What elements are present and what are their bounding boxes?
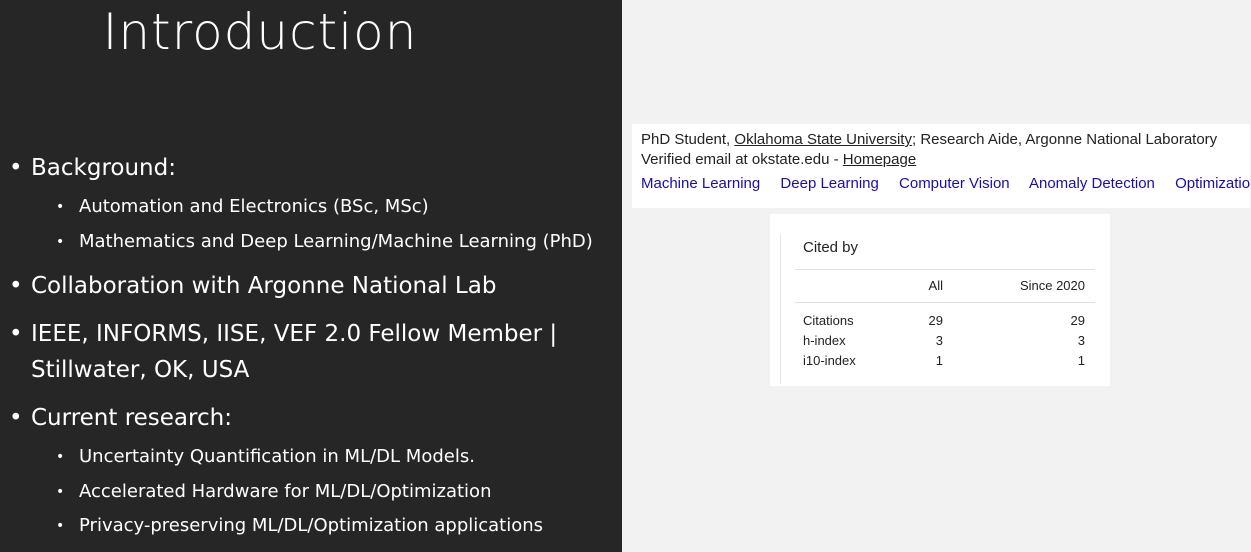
bullet-icon: • — [9, 155, 23, 181]
interest-link[interactable]: Computer Vision — [899, 175, 1010, 192]
bullet-icon: • — [9, 405, 23, 431]
profile-email: Verified email at okstate.edu - Homepage — [641, 151, 916, 168]
cell-citations-all: 29 — [928, 313, 943, 328]
sub-bullet-text: Automation and Electronics (BSc, MSc) — [79, 196, 429, 217]
interest-link[interactable]: Deep Learning — [780, 175, 878, 192]
cell-citations-since: 29 — [1070, 313, 1085, 328]
affiliation-suffix: ; Research Aide, Argonne National Labora… — [911, 131, 1218, 148]
divider — [780, 234, 781, 384]
profile-card: PhD Student, Oklahoma State University; … — [632, 124, 1251, 208]
interests-list: Machine Learning Deep Learning Computer … — [641, 175, 1251, 192]
sub-bullet-icon: • — [56, 199, 65, 215]
bullet-text-line2: Stillwater, OK, USA — [31, 357, 250, 383]
sub-bullet-icon: • — [56, 234, 65, 250]
bullet-text: IEEE, INFORMS, IISE, VEF 2.0 Fellow Memb… — [31, 321, 558, 347]
sub-bullet-icon: • — [56, 484, 65, 500]
bullet-text: Background: — [31, 155, 176, 181]
cell-i10-index-since: 1 — [1077, 353, 1085, 368]
scholar-screenshot-panel: PhD Student, Oklahoma State University; … — [622, 0, 1251, 552]
interest-link[interactable]: Optimization — [1175, 175, 1251, 192]
email-text: Verified email at okstate.edu - — [641, 151, 843, 168]
column-header-all: All — [928, 278, 943, 293]
slide-panel: Introduction • Background: • Automation … — [0, 0, 622, 552]
bullet-icon: • — [9, 321, 23, 347]
profile-affiliation: PhD Student, Oklahoma State University; … — [641, 131, 1217, 148]
bullet-text: Current research: — [31, 405, 232, 431]
sub-bullet-text: Accelerated Hardware for ML/DL/Optimizat… — [79, 481, 492, 502]
cell-i10-index-all: 1 — [935, 353, 943, 368]
slide-title: Introduction — [102, 3, 418, 61]
cited-by-card: Cited by All Since 2020 Citations 29 29 … — [770, 214, 1110, 386]
cell-h-index-all: 3 — [935, 333, 943, 348]
sub-bullet-text: Privacy-preserving ML/DL/Optimization ap… — [79, 515, 544, 536]
interest-link[interactable]: Machine Learning — [641, 175, 760, 192]
sub-bullet-icon: • — [56, 449, 65, 465]
cited-by-title: Cited by — [803, 239, 859, 256]
affiliation-prefix: PhD Student, — [641, 131, 735, 148]
row-label-h-index: h-index — [803, 333, 846, 348]
university-link[interactable]: Oklahoma State University — [734, 131, 912, 148]
divider — [795, 302, 1095, 303]
cell-h-index-since: 3 — [1077, 333, 1085, 348]
bullet-icon: • — [9, 273, 23, 299]
interest-link[interactable]: Anomaly Detection — [1029, 175, 1155, 192]
column-header-since: Since 2020 — [1019, 278, 1085, 293]
row-label-i10-index: i10-index — [803, 353, 856, 368]
row-label-citations: Citations — [803, 313, 854, 328]
sub-bullet-text: Uncertainty Quantification in ML/DL Mode… — [79, 446, 475, 467]
sub-bullet-text: Mathematics and Deep Learning/Machine Le… — [79, 231, 593, 252]
bullet-text: Collaboration with Argonne National Lab — [31, 273, 497, 299]
homepage-link[interactable]: Homepage — [843, 151, 916, 168]
divider — [795, 269, 1095, 270]
sub-bullet-icon: • — [56, 518, 65, 534]
